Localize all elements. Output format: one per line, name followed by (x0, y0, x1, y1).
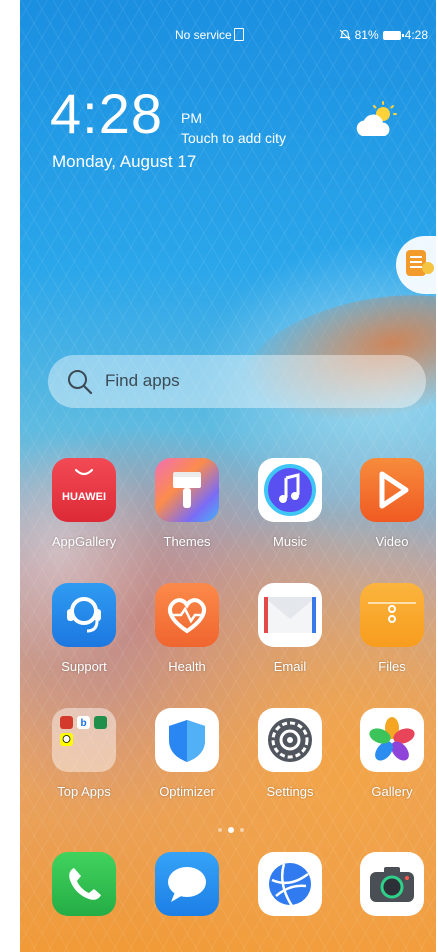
message-bubble-icon (168, 867, 206, 902)
clock-ampm: PM (181, 110, 202, 126)
add-city-prompt[interactable]: Touch to add city (181, 130, 286, 146)
huawei-logo-text: HUAWEI (62, 491, 106, 503)
app-support[interactable]: Support (39, 583, 129, 674)
app-label: Video (375, 534, 409, 549)
settings-gear-icon (258, 708, 322, 772)
dock-camera[interactable] (360, 852, 424, 916)
page-indicator (218, 827, 244, 833)
camera-icon (370, 867, 414, 902)
dock-phone[interactable] (52, 852, 116, 916)
phone-icon (69, 868, 101, 900)
support-headset-icon (52, 583, 116, 647)
app-email[interactable]: Email (245, 583, 335, 674)
browser-globe-icon (269, 863, 311, 907)
notes-side-widget[interactable] (396, 236, 436, 294)
files-folder-icon (360, 583, 424, 647)
partly-sunny-icon[interactable] (352, 100, 402, 140)
video-play-icon (360, 458, 424, 522)
app-files[interactable]: Files (347, 583, 436, 674)
status-time: 4:28 (404, 28, 428, 42)
notifications-off-icon (339, 29, 350, 41)
app-optimizer[interactable]: Optimizer (142, 708, 232, 799)
home-screen: No service 81% 4:28 4:28 PM Touch to add… (20, 0, 436, 952)
find-apps-search[interactable]: Find apps (48, 355, 426, 408)
app-health[interactable]: Health (142, 583, 232, 674)
email-envelope-icon (258, 583, 322, 647)
dock-messaging[interactable] (155, 852, 219, 916)
folder-icon: b (52, 708, 116, 772)
optimizer-shield-icon (155, 708, 219, 772)
app-label: Music (273, 534, 307, 549)
svg-text:b: b (80, 718, 86, 729)
app-music[interactable]: Music (245, 458, 335, 549)
app-themes[interactable]: Themes (142, 458, 232, 549)
clock-date: Monday, August 17 (52, 152, 197, 171)
appgallery-icon: HUAWEI (52, 458, 116, 522)
gallery-flower-icon (360, 708, 424, 772)
pencil-icon (422, 262, 434, 274)
battery-icon (382, 30, 404, 40)
app-label: AppGallery (51, 534, 117, 549)
app-label: Support (61, 659, 107, 674)
app-settings[interactable]: Settings (245, 708, 335, 799)
app-label: Gallery (371, 784, 413, 799)
app-appgallery[interactable]: HUAWEI AppGallery (39, 458, 129, 549)
app-label: Settings (266, 784, 314, 799)
status-right: 81% 4:28 (339, 28, 428, 42)
themes-brush-icon (155, 458, 219, 522)
battery-percent: 81% (354, 28, 379, 42)
app-video[interactable]: Video (347, 458, 436, 549)
page-dot (240, 828, 244, 832)
page-dot-current (228, 827, 234, 833)
app-label: Files (378, 659, 406, 674)
search-icon (68, 370, 93, 395)
health-heart-icon (155, 583, 219, 647)
find-apps-label: Find apps (105, 371, 180, 390)
page-dot (218, 828, 222, 832)
sim-card-icon (233, 28, 244, 41)
clock-time[interactable]: 4:28 (50, 86, 163, 142)
music-note-icon (258, 458, 322, 522)
app-label: Optimizer (159, 784, 215, 799)
app-label: Email (273, 659, 307, 674)
app-gallery[interactable]: Gallery (347, 708, 436, 799)
app-top-apps-folder[interactable]: b Top Apps (39, 708, 129, 799)
app-label: Health (168, 659, 206, 674)
status-carrier: No service (175, 28, 244, 42)
app-label: Top Apps (57, 784, 111, 799)
app-label: Themes (163, 534, 211, 549)
dock-browser[interactable] (258, 852, 322, 916)
